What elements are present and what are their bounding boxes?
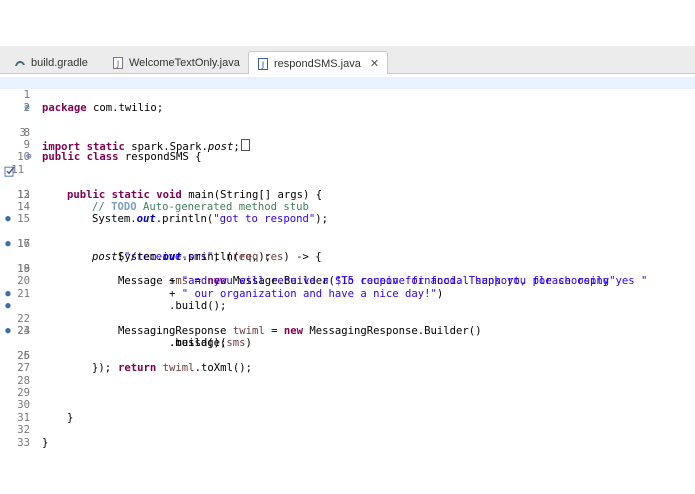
svg-text:J: J: [116, 59, 119, 68]
java-file-icon: J: [113, 56, 123, 69]
code-line: 8: [0, 114, 695, 139]
close-icon[interactable]: ✕: [370, 57, 379, 70]
line-number: 33: [17, 436, 30, 449]
code-line: 14 System.out.println("got to respond");: [0, 189, 695, 225]
tab-welcome-text-only[interactable]: J WelcomeTextOnly.java: [104, 51, 248, 74]
code-line: ● 16 post("/receive-sms", (req, res) -> …: [0, 213, 695, 262]
java-file-icon: J: [258, 57, 268, 70]
code-line: 15: [0, 201, 695, 225]
code-line: 27: [0, 350, 695, 374]
window-top-area: [0, 0, 695, 46]
code-line: 10: [0, 139, 695, 163]
code-line: 24 .build();: [0, 313, 695, 349]
occurrence-marker-icon[interactable]: ●: [2, 300, 14, 312]
tab-respond-sms[interactable]: J respondSMS.java ✕: [248, 51, 389, 75]
svg-text:J: J: [261, 60, 264, 69]
code-line: 20 + " our organization and have a nice …: [0, 263, 695, 299]
tab-label: WelcomeTextOnly.java: [129, 56, 240, 69]
code-line: ● 18 Message sms = new Message.Builder("…: [0, 238, 695, 287]
gradle-icon: [15, 60, 25, 66]
code-token: }: [42, 436, 49, 449]
code-line: 12 // TODO Auto-generated method stub: [0, 164, 695, 213]
code-line: 13: [0, 176, 695, 201]
code-line: 19 + "and you will receive a $15 coupon …: [0, 251, 695, 287]
code-line: 29: [0, 375, 695, 399]
occurrence-marker-icon[interactable]: ●: [2, 238, 14, 250]
occurrence-marker-icon[interactable]: ●: [2, 325, 14, 337]
code-line: 28: [0, 362, 695, 387]
code-line: 31: [0, 399, 695, 424]
code-line: 9 public class respondSMS {: [0, 127, 695, 163]
code-line: ⊕ 3 import static spark.Spark.post;: [0, 102, 695, 153]
code-line: 32 }: [0, 412, 695, 448]
occurrence-marker-icon[interactable]: ●: [2, 288, 14, 300]
tab-label: respondSMS.java: [274, 57, 361, 70]
code-line: 21 .build();: [0, 275, 695, 312]
code-line: ● 22 MessagingResponse twiml = new Messa…: [0, 288, 695, 337]
code-line: 26 });: [0, 337, 695, 374]
fold-collapse-icon[interactable]: ⊖: [24, 151, 34, 163]
tab-label: build.gradle: [31, 56, 88, 69]
editor-tab-bar: build.gradle J WelcomeTextOnly.java J re…: [0, 46, 695, 75]
code-line: 33: [0, 424, 695, 449]
code-editor[interactable]: 1 package com.twilio; 2 ⊕ 3 import stati…: [0, 74, 695, 454]
occurrence-marker-icon[interactable]: ●: [2, 213, 14, 225]
code-line: 17 System.out.println(req);: [0, 226, 695, 262]
fold-expand-icon[interactable]: ⊕: [22, 102, 32, 114]
code-line: ● 23 .message(sms): [0, 300, 695, 349]
code-line: 30 }: [0, 387, 695, 423]
code-line: 2: [0, 89, 695, 114]
code-line: 1 package com.twilio;: [0, 77, 695, 114]
code-line: ● 25 return twiml.toXml();: [0, 325, 695, 374]
tab-build-gradle[interactable]: build.gradle: [6, 51, 96, 74]
code-line: 11 ⊖ public static void main(String[] ar…: [0, 151, 695, 200]
